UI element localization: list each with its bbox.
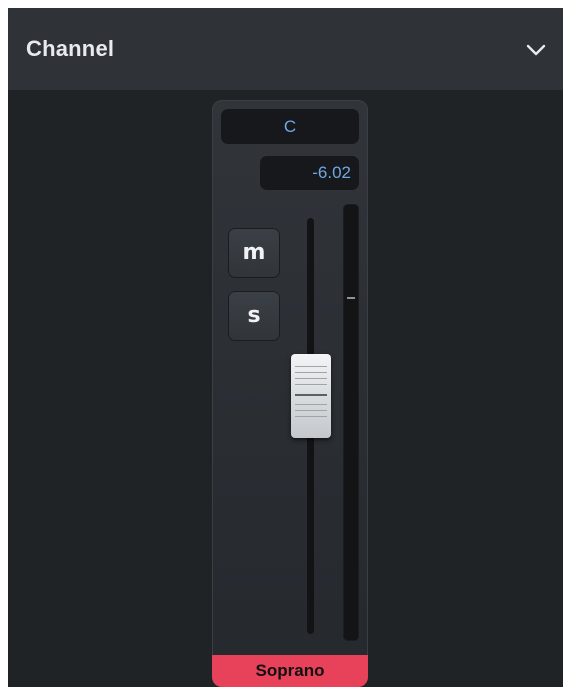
player-name-label: Soprano: [212, 655, 368, 687]
channel-panel: Channel C -6.02 m s Soprano: [8, 8, 563, 687]
fader-handle[interactable]: [291, 354, 331, 438]
solo-button[interactable]: s: [228, 291, 280, 341]
meter-peak-indicator: [347, 297, 355, 299]
volume-readout[interactable]: -6.02: [260, 156, 359, 190]
panel-header[interactable]: Channel: [8, 8, 563, 90]
channel-strip: C -6.02 m s Soprano: [212, 100, 368, 687]
channel-name-display[interactable]: C: [221, 109, 359, 144]
chevron-down-icon[interactable]: [524, 38, 548, 62]
level-meter: [343, 204, 359, 641]
mute-button[interactable]: m: [228, 228, 280, 278]
panel-title: Channel: [26, 36, 115, 61]
